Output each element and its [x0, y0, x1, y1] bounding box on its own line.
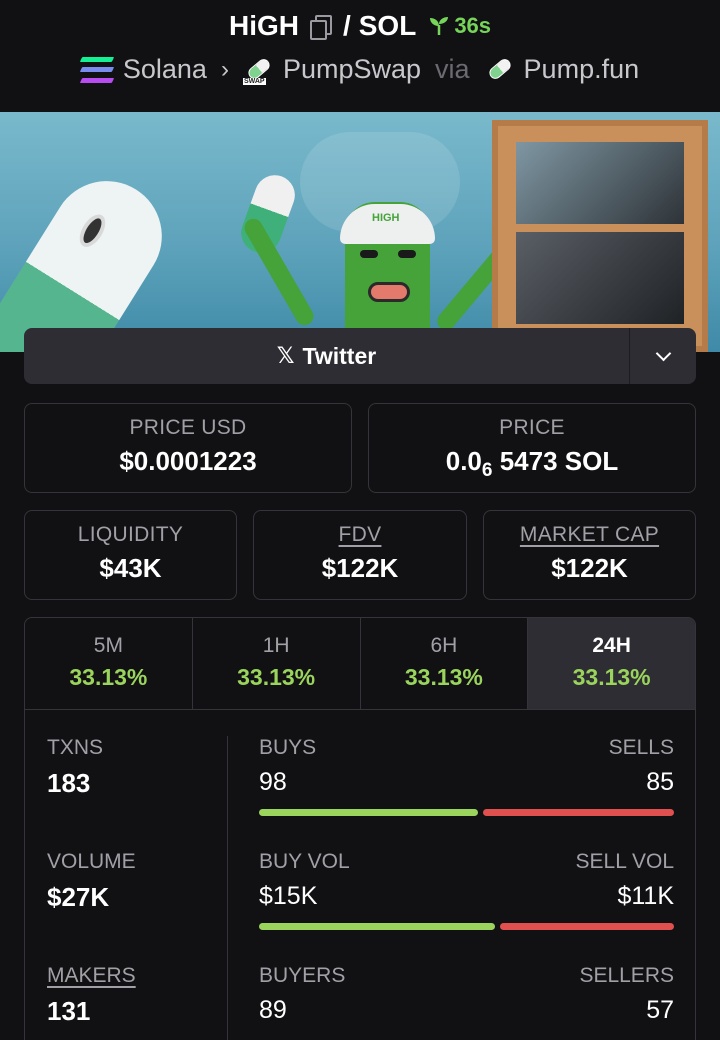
timeframe-tabs: 5M 33.13% 1H 33.13% 6H 33.13% 24H 33.13%: [25, 618, 695, 710]
tab-5m[interactable]: 5M 33.13%: [25, 618, 193, 709]
buyvol-sellvol-split: BUY VOL SELL VOL $15K $11K: [259, 850, 674, 930]
fdv-card[interactable]: FDV $122K: [253, 510, 467, 600]
buys-value: 98: [259, 768, 287, 796]
buy-vol-bar: [259, 923, 495, 930]
tab-24h[interactable]: 24H 33.13%: [528, 618, 695, 709]
buyers-label: BUYERS: [259, 964, 346, 987]
pair-separator: /: [342, 10, 351, 41]
token-symbol: HiGH: [228, 10, 299, 41]
liquidity-value: $43K: [99, 553, 162, 583]
price-native-value: 0.06 5473 SOL: [445, 446, 619, 481]
volume-metric: VOLUME $27K: [47, 850, 136, 913]
buys-label: BUYS: [259, 736, 317, 759]
sells-label: SELLS: [608, 736, 674, 759]
makers-metric[interactable]: MAKERS 131: [47, 964, 136, 1027]
market-cap-label[interactable]: MARKET CAP: [484, 523, 695, 547]
breadcrumb-chain[interactable]: Solana: [123, 54, 207, 85]
chevron-down-icon: [655, 345, 671, 361]
price-native-card: PRICE 0.06 5473 SOL: [368, 403, 696, 493]
sellers-label: SELLERS: [579, 964, 674, 987]
price-usd-label: PRICE USD: [129, 416, 247, 439]
txns-value: 183: [47, 768, 91, 798]
tab-change: 33.13%: [572, 664, 651, 690]
txns-metric: TXNS 183: [47, 736, 103, 799]
buy-vol-value: $15K: [259, 882, 318, 910]
solana-icon: [79, 56, 115, 83]
makers-value: 131: [47, 996, 91, 1026]
makers-label[interactable]: MAKERS: [47, 964, 136, 988]
buys-sells-split: BUYS SELLS 98 85: [259, 736, 674, 816]
sell-vol-value: $11K: [617, 882, 674, 910]
banner-eye-left: [360, 250, 378, 258]
twitter-label: Twitter: [302, 342, 377, 369]
price-zero-count: 6: [481, 460, 493, 481]
breadcrumb-dex[interactable]: PumpSwap: [283, 54, 421, 85]
fdv-label[interactable]: FDV: [254, 523, 466, 547]
sell-vol-label: SELL VOL: [575, 850, 674, 873]
txns-label: TXNS: [47, 736, 104, 759]
tab-change: 33.13%: [404, 664, 483, 690]
buyers-sellers-split: BUYERS SELLERS 89 57: [259, 964, 674, 1025]
tab-1h[interactable]: 1H 33.13%: [193, 618, 361, 709]
trade-stats-panel: 5M 33.13% 1H 33.13% 6H 33.13% 24H 33.13%…: [24, 617, 696, 1040]
banner-hat-text: HIGH: [372, 212, 400, 224]
volume-label: VOLUME: [47, 850, 136, 873]
pair-header: HiGH / SOL 36s Solana › SWAP PumpSwap vi…: [0, 0, 720, 112]
banner-window: [492, 120, 708, 352]
volume-bar: [259, 923, 674, 930]
tab-change: 33.13%: [69, 664, 148, 690]
banner-pill-character: [0, 160, 183, 352]
socials-bar: 𝕏 Twitter: [24, 328, 696, 384]
buy-vol-label: BUY VOL: [259, 850, 350, 873]
twitter-button[interactable]: 𝕏 Twitter: [24, 328, 629, 384]
banner-window-pane-top: [516, 142, 684, 224]
fdv-value: $122K: [321, 553, 399, 583]
liquidity-label: LIQUIDITY: [77, 523, 184, 546]
tab-change: 33.13%: [237, 664, 316, 690]
price-usd-value: $0.0001223: [119, 446, 257, 476]
via-label: via: [435, 54, 470, 84]
sellers-value: 57: [646, 996, 674, 1024]
pair-age: 36s: [428, 13, 491, 39]
pair-title: HiGH / SOL 36s: [0, 10, 720, 42]
liquidity-card: LIQUIDITY $43K: [24, 510, 237, 600]
pumpfun-icon: [484, 55, 514, 85]
copy-icon[interactable]: [309, 14, 332, 40]
buyers-value: 89: [259, 996, 287, 1024]
quote-symbol: SOL: [358, 10, 417, 41]
volume-value: $27K: [47, 882, 110, 912]
banner-hat: [340, 204, 435, 244]
banner-window-pane-bottom: [516, 232, 684, 324]
x-logo-icon: 𝕏: [276, 343, 295, 368]
tab-6h[interactable]: 6H 33.13%: [361, 618, 529, 709]
column-divider: [227, 736, 228, 1040]
sprout-icon: [430, 17, 449, 35]
pumpswap-icon: SWAP: [242, 55, 273, 85]
sells-value: 85: [646, 768, 674, 796]
chevron-right-icon: ›: [220, 55, 229, 83]
price-usd-card: PRICE USD $0.0001223: [24, 403, 352, 493]
token-banner: HIGH: [0, 112, 720, 352]
market-cap-value: $122K: [551, 553, 628, 583]
breadcrumb-launchpad[interactable]: Pump.fun: [524, 54, 640, 85]
price-native-label: PRICE: [499, 416, 565, 439]
sell-vol-bar: [499, 923, 674, 930]
age-label: 36s: [454, 13, 492, 38]
banner-eye-right: [398, 250, 416, 258]
sell-bar: [483, 809, 674, 816]
market-cap-card[interactable]: MARKET CAP $122K: [483, 510, 696, 600]
banner-mouth: [368, 282, 410, 302]
breadcrumb: Solana › SWAP PumpSwap via Pump.fun: [0, 54, 720, 85]
socials-more-button[interactable]: [629, 328, 696, 384]
buys-sells-bar: [259, 809, 674, 816]
buy-bar: [259, 809, 479, 816]
